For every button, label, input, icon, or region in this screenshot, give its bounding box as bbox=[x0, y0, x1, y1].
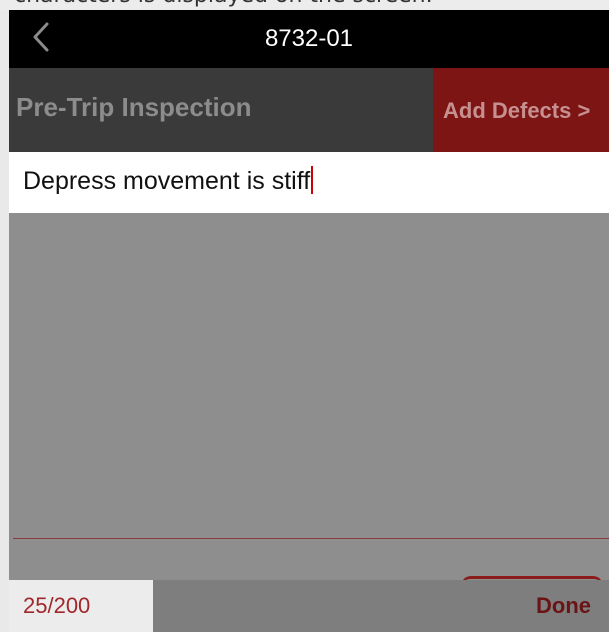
caption-text: characters is displayed on the screen. bbox=[14, 0, 433, 8]
phone-screen: 8732-01 Pre-Trip Inspection Add Defects … bbox=[9, 10, 609, 632]
done-button[interactable]: Done bbox=[536, 593, 591, 619]
defect-description-value: Depress movement is stiff bbox=[23, 167, 311, 195]
section-title: Pre-Trip Inspection bbox=[16, 92, 252, 122]
keyboard-accessory-bar: 25/200 Done bbox=[9, 580, 609, 632]
text-cursor bbox=[311, 166, 314, 194]
add-defects-label: Add Defects > bbox=[443, 98, 591, 123]
defect-description-input[interactable]: Depress movement is stiff bbox=[9, 152, 609, 213]
section-header: Pre-Trip Inspection Add Defects > bbox=[9, 68, 609, 152]
character-count: 25/200 bbox=[23, 593, 91, 618]
input-divider bbox=[13, 538, 609, 539]
page-title: 8732-01 bbox=[264, 25, 354, 52]
char-count-box: 25/200 bbox=[9, 580, 153, 632]
caption-strip: characters is displayed on the screen. bbox=[0, 0, 609, 10]
defect-description-text: Depress movement is stiff bbox=[23, 166, 314, 196]
navigation-bar: 8732-01 bbox=[9, 10, 609, 68]
add-defects-button[interactable]: Add Defects > bbox=[433, 68, 609, 152]
